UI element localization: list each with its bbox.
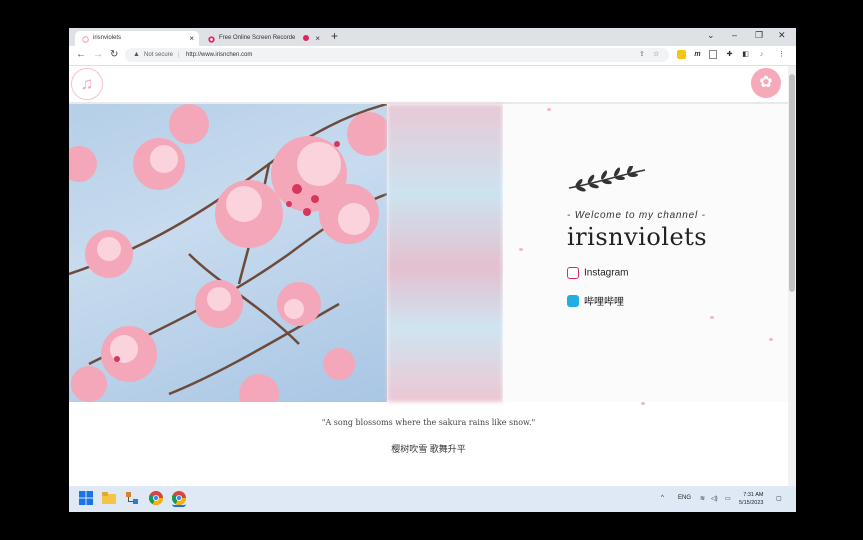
instagram-label: Instagram [584, 267, 629, 279]
music-player-button[interactable]: ♫ [71, 68, 103, 100]
tab-screen-recorder[interactable]: Free Online Screen Recorde × [201, 31, 325, 46]
recorder-favicon-icon [208, 35, 215, 43]
notification-icon[interactable]: ▢ [776, 495, 782, 502]
windows-taskbar: ^ ENG ≋ ◁) ▭ 7:31 AM 5/15/2023 ▢ [69, 486, 796, 512]
extension-m-icon[interactable]: m [693, 50, 702, 59]
sidebar-icon[interactable]: ◧ [741, 50, 750, 59]
close-window-button[interactable]: ✕ [778, 30, 786, 41]
forward-button[interactable]: → [93, 49, 103, 60]
sakura-flower-icon: ✿ [759, 74, 773, 91]
quote-chinese-text: 樱树吹雪 歌舞升平 [391, 444, 466, 454]
tab-search-icon[interactable]: ⌄ [707, 30, 715, 41]
page-scrollbar[interactable] [788, 66, 796, 486]
omnibox-separator: | [178, 52, 180, 58]
instagram-icon [567, 267, 579, 279]
file-explorer-icon[interactable] [102, 491, 116, 505]
doc-extension-icon[interactable] [709, 50, 717, 59]
tab-close-icon[interactable]: × [315, 31, 320, 46]
url-text[interactable]: http://www.irisnchen.com [186, 48, 252, 62]
wifi-icon[interactable]: ≋ [700, 495, 705, 502]
profile-icon[interactable]: ♪ [757, 50, 766, 59]
back-button[interactable]: ← [76, 49, 86, 60]
quote-text: "A song blossoms where the sakura rains … [321, 418, 536, 427]
windows-start-icon[interactable] [79, 491, 93, 505]
not-secure-label: Not secure [144, 52, 174, 58]
star-icon[interactable]: ☆ [653, 48, 659, 62]
music-note-icon: ♫ [80, 74, 94, 93]
minimize-button[interactable]: – [732, 30, 737, 40]
tab-strip: irisnviolets × Free Online Screen Record… [69, 28, 796, 46]
falling-petal [641, 402, 645, 405]
restore-button[interactable]: ❐ [755, 30, 763, 41]
new-tab-button[interactable]: + [331, 29, 338, 43]
share-icon[interactable]: ⇪ [639, 48, 645, 62]
instagram-link[interactable]: Instagram [567, 267, 628, 281]
battery-icon[interactable]: ▭ [725, 495, 731, 502]
intro-panel [503, 104, 788, 402]
falling-petal [547, 108, 551, 111]
tab-irisnviolets[interactable]: irisnviolets × [75, 31, 199, 46]
bilibili-icon [567, 294, 579, 307]
reload-button[interactable]: ↻ [110, 49, 118, 60]
taskbar-clock[interactable]: 7:31 AM 5/15/2023 [739, 491, 763, 507]
falling-petal [769, 338, 773, 341]
recording-indicator-icon [303, 35, 309, 41]
welcome-text: - Welcome to my channel - [567, 210, 706, 221]
network-app-icon[interactable] [125, 491, 139, 505]
bilibili-link[interactable]: 哔哩哔哩 [567, 293, 624, 308]
bilibili-label: 哔哩哔哩 [584, 297, 624, 308]
falling-petal [519, 248, 523, 251]
sakura-toggle-button[interactable]: ✿ [751, 68, 781, 98]
tab-title: Free Online Screen Recorde [219, 35, 296, 41]
extension-icon[interactable] [677, 50, 686, 59]
browser-toolbar: ← → ↻ ▲ Not secure | http://www.irisnche… [69, 46, 796, 66]
web-page: ♫ ✿ - Welcome to my channel - irisnviole… [69, 66, 788, 486]
clock-date: 5/15/2023 [739, 500, 764, 506]
tab-close-icon[interactable]: × [189, 31, 194, 46]
warning-icon: ▲ [133, 51, 140, 58]
chrome-icon[interactable] [148, 491, 163, 505]
blurred-background-panel [387, 104, 503, 402]
scrollbar-thumb[interactable] [789, 74, 795, 292]
site-favicon-icon [82, 35, 89, 43]
falling-petal [710, 316, 714, 319]
cherry-blossom-photo [69, 104, 387, 402]
clock-time: 7:31 AM [743, 492, 764, 498]
tab-title: irisnviolets [93, 35, 122, 41]
volume-icon[interactable]: ◁) [711, 495, 718, 502]
language-indicator[interactable]: ENG [678, 495, 691, 501]
chrome-profile-icon[interactable] [171, 491, 186, 507]
address-bar[interactable]: ▲ Not secure | http://www.irisnchen.com … [125, 48, 669, 62]
browser-window: irisnviolets × Free Online Screen Record… [69, 28, 796, 512]
leaf-branch-icon [567, 164, 647, 197]
tray-chevron-icon[interactable]: ^ [661, 495, 664, 501]
puzzle-icon[interactable]: ✚ [725, 50, 734, 59]
channel-name-heading: irisnviolets [567, 223, 708, 251]
menu-icon[interactable]: ⋮ [777, 50, 786, 59]
